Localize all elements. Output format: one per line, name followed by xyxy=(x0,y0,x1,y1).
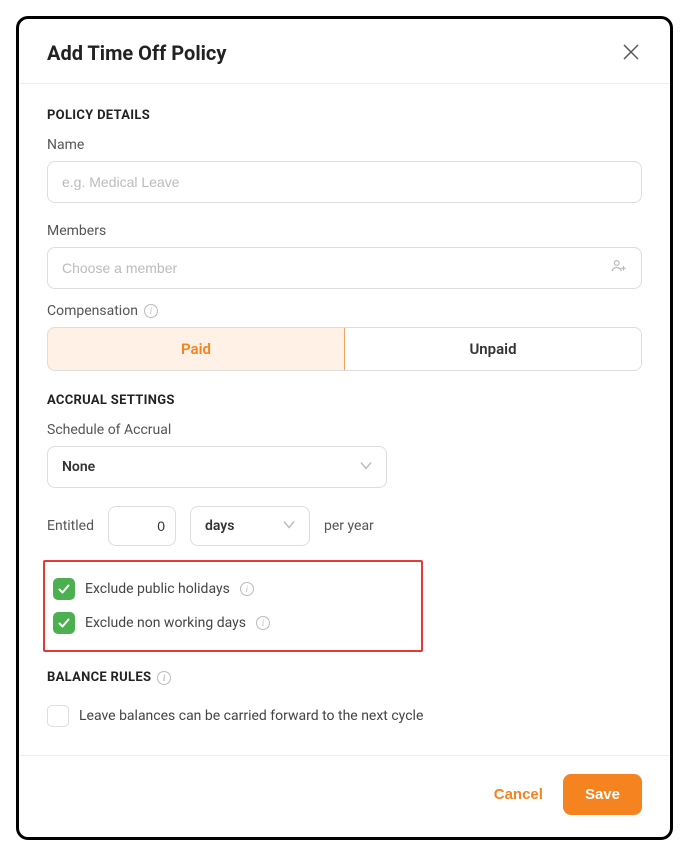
exclude-nonworking-label: Exclude non working days xyxy=(85,615,246,631)
modal-body: POLICY DETAILS Name Members Compensation… xyxy=(19,84,670,755)
highlight-box: Exclude public holidays i Exclude non wo… xyxy=(43,560,423,652)
exclude-holidays-row: Exclude public holidays i xyxy=(53,572,411,606)
per-year-label: per year xyxy=(324,518,374,534)
info-icon[interactable]: i xyxy=(144,304,158,318)
add-time-off-modal: Add Time Off Policy POLICY DETAILS Name … xyxy=(16,16,673,840)
info-icon[interactable]: i xyxy=(256,616,270,630)
info-icon[interactable]: i xyxy=(157,671,171,685)
policy-details-heading: POLICY DETAILS xyxy=(47,108,642,123)
close-icon xyxy=(622,43,640,61)
exclude-nonworking-checkbox[interactable] xyxy=(53,612,75,634)
compensation-toggle: Paid Unpaid xyxy=(47,327,642,371)
entitled-label: Entitled xyxy=(47,518,94,534)
add-user-icon[interactable] xyxy=(610,257,628,279)
compensation-paid[interactable]: Paid xyxy=(47,327,345,371)
info-icon[interactable]: i xyxy=(240,582,254,596)
modal-footer: Cancel Save xyxy=(19,755,670,837)
entitled-input[interactable] xyxy=(108,506,176,546)
save-button[interactable]: Save xyxy=(563,774,642,815)
balance-rules-heading: BALANCE RULES i xyxy=(47,670,642,685)
schedule-label: Schedule of Accrual xyxy=(47,422,642,438)
compensation-unpaid[interactable]: Unpaid xyxy=(345,328,641,370)
members-label: Members xyxy=(47,223,642,239)
exclude-holidays-checkbox[interactable] xyxy=(53,578,75,600)
carry-forward-row: Leave balances can be carried forward to… xyxy=(47,699,642,733)
carry-forward-label: Leave balances can be carried forward to… xyxy=(79,708,423,724)
compensation-label: Compensation i xyxy=(47,303,642,319)
unit-select[interactable]: days xyxy=(190,506,310,546)
name-label: Name xyxy=(47,137,642,153)
page-title: Add Time Off Policy xyxy=(47,41,226,65)
exclude-nonworking-row: Exclude non working days i xyxy=(53,606,411,640)
close-button[interactable] xyxy=(622,43,642,63)
exclude-holidays-label: Exclude public holidays xyxy=(85,581,230,597)
modal-header: Add Time Off Policy xyxy=(19,19,670,84)
name-input[interactable] xyxy=(47,161,642,203)
check-icon xyxy=(57,616,71,630)
carry-forward-checkbox[interactable] xyxy=(47,705,69,727)
schedule-select[interactable]: None xyxy=(47,446,387,488)
cancel-button[interactable]: Cancel xyxy=(494,786,543,803)
accrual-heading: ACCRUAL SETTINGS xyxy=(47,393,642,408)
check-icon xyxy=(57,582,71,596)
members-input[interactable] xyxy=(47,247,642,289)
